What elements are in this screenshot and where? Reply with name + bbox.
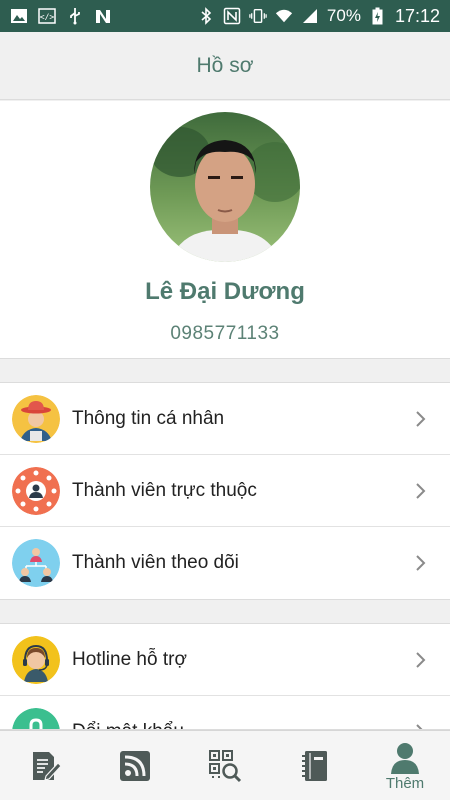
n-notification-icon	[94, 7, 112, 25]
profile-card: Lê Đại Dương 0985771133	[0, 101, 450, 359]
bottom-nav: Thêm	[0, 730, 450, 800]
page-title: Hồ sơ	[196, 53, 254, 77]
bluetooth-icon	[197, 7, 215, 25]
battery-percent: 70%	[326, 6, 361, 25]
chevron-right-icon	[414, 482, 428, 500]
menu-group-support: Hotline hỗ trợ Đổi mật khẩu	[0, 623, 450, 730]
notebook-icon	[298, 749, 332, 783]
tab-documents[interactable]	[0, 731, 90, 800]
nfc-icon	[223, 7, 241, 25]
rss-feed-icon	[118, 749, 152, 783]
menu-label: Thành viên theo dõi	[72, 552, 239, 573]
wifi-icon	[275, 7, 293, 25]
profile-name: Lê Đại Dương	[145, 278, 305, 305]
menu-item-personal-info[interactable]: Thông tin cá nhân	[0, 383, 450, 455]
qr-scan-icon	[208, 749, 242, 783]
chevron-right-icon	[414, 651, 428, 669]
menu-item-sub-members[interactable]: Thành viên trực thuộc	[0, 455, 450, 527]
menu-label: Thông tin cá nhân	[72, 407, 225, 429]
battery-icon	[369, 7, 387, 25]
avatar[interactable]	[150, 112, 300, 262]
chevron-right-icon	[414, 554, 428, 572]
user-profile-icon	[388, 740, 422, 774]
chevron-right-icon	[414, 410, 428, 428]
menu-label: Thành viên trực thuộc	[72, 479, 257, 501]
status-right-icons: 70% 17:12	[197, 6, 440, 27]
member-network-icon	[12, 466, 60, 515]
signal-icon	[301, 7, 319, 25]
tab-feed[interactable]	[90, 731, 180, 800]
status-left-icons: </>	[10, 7, 112, 25]
document-edit-icon	[28, 749, 62, 783]
menu-group-account: Thông tin cá nhân Thành viên trực thuộc	[0, 382, 450, 600]
menu-item-change-password[interactable]: Đổi mật khẩu	[0, 696, 450, 729]
gallery-icon	[10, 7, 28, 25]
lock-icon	[12, 708, 60, 729]
tab-more[interactable]: Thêm	[360, 731, 450, 800]
menu-item-hotline[interactable]: Hotline hỗ trợ	[0, 624, 450, 696]
menu-label: Hotline hỗ trợ	[72, 648, 187, 670]
usb-icon	[66, 7, 84, 25]
tab-more-label: Thêm	[385, 775, 425, 792]
code-icon: </>	[38, 7, 56, 25]
profile-phone: 0985771133	[170, 323, 280, 344]
farmer-avatar-icon	[12, 394, 60, 443]
tab-notebook[interactable]	[270, 731, 360, 800]
svg-text:</>: </>	[40, 13, 55, 22]
status-bar: </> 70% 17:12	[0, 0, 450, 32]
support-headset-icon	[12, 635, 60, 684]
vibrate-icon	[249, 7, 267, 25]
menu-label: Đổi mật khẩu	[72, 721, 184, 729]
menu-item-followed-members[interactable]: Thành viên theo dõi	[0, 527, 450, 599]
chevron-right-icon	[414, 723, 428, 729]
tab-scan[interactable]	[180, 731, 270, 800]
team-hierarchy-icon	[12, 539, 60, 587]
app-header: Hồ sơ	[0, 32, 450, 100]
clock: 17:12	[394, 5, 440, 26]
